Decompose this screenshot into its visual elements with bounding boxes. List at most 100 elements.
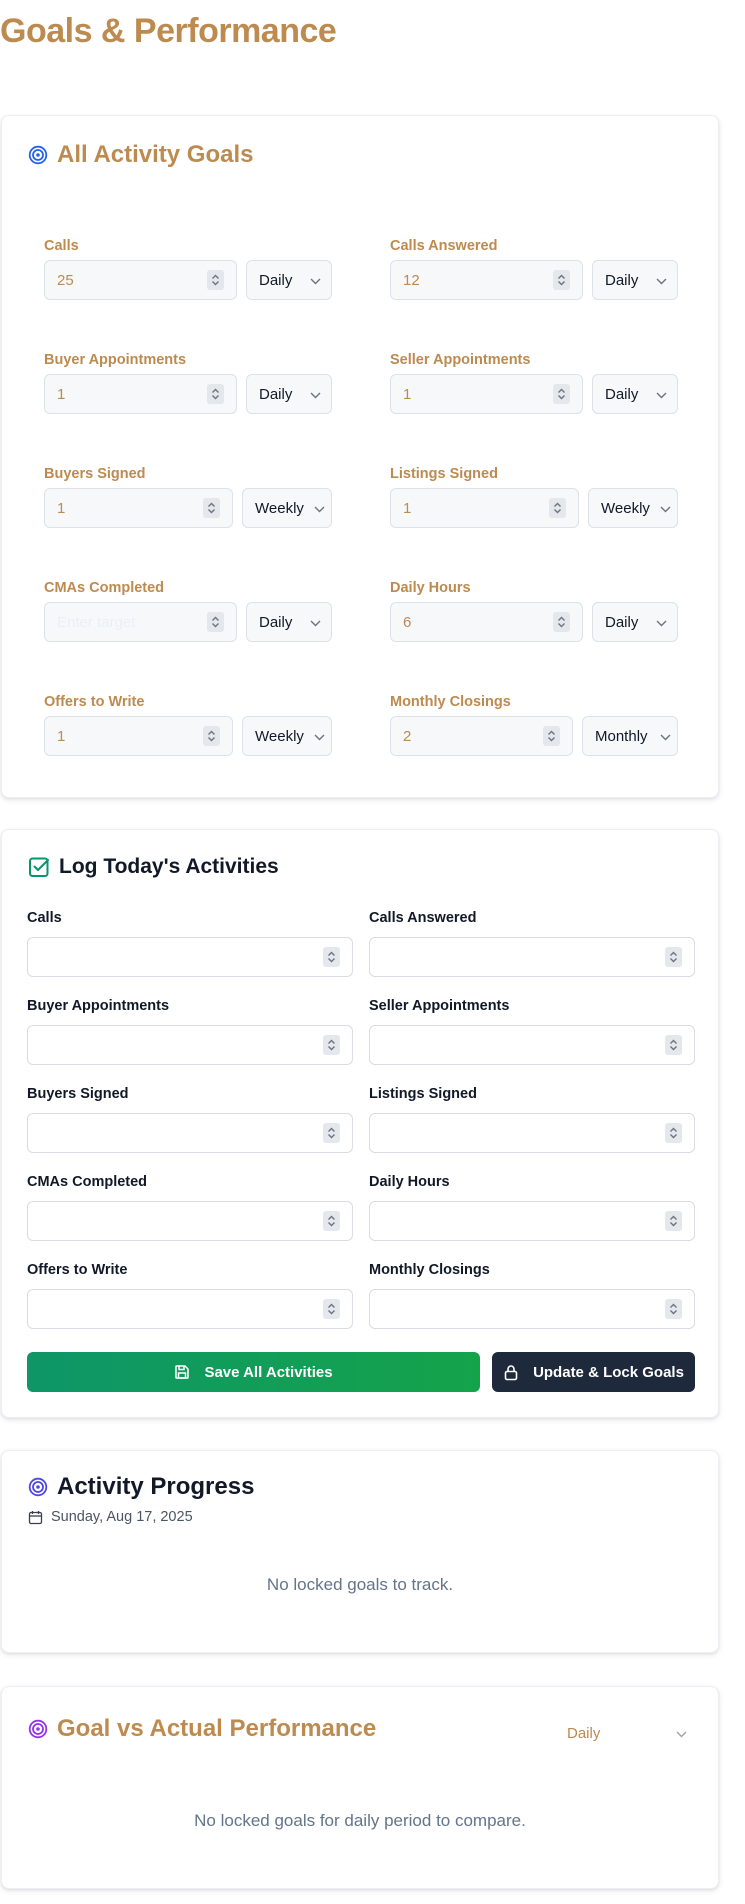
goal-period-select[interactable]: Weekly xyxy=(242,488,332,528)
goal-period-select[interactable]: Weekly xyxy=(242,716,332,756)
spin-arrows-icon[interactable] xyxy=(665,1211,682,1231)
lock-button-label: Update & Lock Goals xyxy=(533,1363,684,1381)
calendar-icon xyxy=(28,1510,43,1525)
spin-arrows-icon[interactable] xyxy=(543,726,560,746)
log-input-listings-signed[interactable] xyxy=(369,1113,695,1153)
log-input-seller-appointments[interactable] xyxy=(369,1025,695,1065)
goal-target-input[interactable]: 1 xyxy=(390,374,583,414)
goals-title-text: All Activity Goals xyxy=(57,141,254,168)
goal-period-select[interactable]: Daily xyxy=(592,374,678,414)
goal-period: Daily xyxy=(259,613,293,631)
chevron-down-icon xyxy=(676,1725,687,1742)
chevron-down-icon xyxy=(660,728,671,745)
goal-period: Weekly xyxy=(255,499,304,517)
goal-value: 1 xyxy=(403,385,412,403)
goal-label: Monthly Closings xyxy=(390,694,511,710)
spin-arrows-icon[interactable] xyxy=(665,947,682,967)
goal-label: Buyer Appointments xyxy=(44,352,187,368)
spin-arrows-icon[interactable] xyxy=(207,384,224,404)
goal-value: 1 xyxy=(57,499,66,517)
log-input-calls[interactable] xyxy=(27,937,353,977)
spin-arrows-icon[interactable] xyxy=(203,726,220,746)
performance-period-value: Daily xyxy=(567,1724,601,1742)
goal-target-input[interactable]: 1 xyxy=(44,488,233,528)
goal-target-input[interactable]: 6 xyxy=(390,602,583,642)
goal-target-input[interactable]: 2 xyxy=(390,716,573,756)
log-input-buyers-signed[interactable] xyxy=(27,1113,353,1153)
goal-value: 1 xyxy=(403,499,412,517)
chevron-down-icon xyxy=(656,272,667,289)
performance-empty-message: No locked goals for daily period to comp… xyxy=(194,1811,526,1830)
log-label-calls-answered: Calls Answered xyxy=(369,910,477,926)
goal-period-select[interactable]: Monthly xyxy=(582,716,678,756)
performance-card-title: Goal vs Actual Performance xyxy=(28,1715,376,1743)
log-label-offers-to-write: Offers to Write xyxy=(27,1262,128,1278)
log-input-buyer-appointments[interactable] xyxy=(27,1025,353,1065)
goal-period-select[interactable]: Daily xyxy=(246,374,332,414)
log-input-calls-answered[interactable] xyxy=(369,937,695,977)
spin-arrows-icon[interactable] xyxy=(665,1299,682,1319)
spin-arrows-icon[interactable] xyxy=(553,270,570,290)
progress-date-text: Sunday, Aug 17, 2025 xyxy=(51,1509,193,1525)
target-icon xyxy=(28,145,48,165)
goal-value: 1 xyxy=(57,727,66,745)
spin-arrows-icon[interactable] xyxy=(553,612,570,632)
goal-label: Calls xyxy=(44,238,79,254)
goal-target-input[interactable]: 12 xyxy=(390,260,583,300)
goal-target-input[interactable]: Enter target xyxy=(44,602,237,642)
save-all-activities-button[interactable]: Save All Activities xyxy=(27,1352,480,1392)
performance-card: Goal vs Actual Performance Daily No lock… xyxy=(1,1686,719,1889)
goal-period-select[interactable]: Daily xyxy=(592,602,678,642)
goal-target-input[interactable]: 25 xyxy=(44,260,237,300)
chevron-down-icon xyxy=(656,386,667,403)
goal-period: Daily xyxy=(259,385,293,403)
goal-value: 1 xyxy=(57,385,66,403)
goal-period: Daily xyxy=(605,613,639,631)
spin-arrows-icon[interactable] xyxy=(553,384,570,404)
goal-period-select[interactable]: Daily xyxy=(592,260,678,300)
spin-arrows-icon[interactable] xyxy=(207,270,224,290)
performance-period-select[interactable]: Daily xyxy=(567,1721,687,1745)
goal-target-input[interactable]: 1 xyxy=(390,488,579,528)
goal-target-input[interactable]: 1 xyxy=(44,374,237,414)
goal-target-input[interactable]: 1 xyxy=(44,716,233,756)
log-input-offers-to-write[interactable] xyxy=(27,1289,353,1329)
goal-label: Calls Answered xyxy=(390,238,498,254)
log-card: Log Today's Activities Calls Calls Answe… xyxy=(1,829,719,1418)
log-label-seller-appointments: Seller Appointments xyxy=(369,998,510,1014)
progress-title-text: Activity Progress xyxy=(57,1473,255,1500)
log-input-monthly-closings[interactable] xyxy=(369,1289,695,1329)
goal-period: Daily xyxy=(605,271,639,289)
log-label-calls: Calls xyxy=(27,910,62,926)
check-square-icon xyxy=(28,856,50,878)
goal-label: Listings Signed xyxy=(390,466,498,482)
goal-value: 6 xyxy=(403,613,412,631)
log-label-listings-signed: Listings Signed xyxy=(369,1086,477,1102)
goals-card-title: All Activity Goals xyxy=(28,141,254,169)
update-lock-goals-button[interactable]: Update & Lock Goals xyxy=(492,1352,695,1392)
log-input-daily-hours[interactable] xyxy=(369,1201,695,1241)
spin-arrows-icon[interactable] xyxy=(323,1123,340,1143)
goal-period-select[interactable]: Daily xyxy=(246,260,332,300)
goal-period: Weekly xyxy=(601,499,650,517)
spin-arrows-icon[interactable] xyxy=(207,612,224,632)
performance-title-text: Goal vs Actual Performance xyxy=(57,1715,377,1742)
spin-arrows-icon[interactable] xyxy=(323,1035,340,1055)
target-icon xyxy=(28,1477,48,1497)
spin-arrows-icon[interactable] xyxy=(549,498,566,518)
spin-arrows-icon[interactable] xyxy=(665,1035,682,1055)
lock-icon xyxy=(503,1364,519,1381)
chevron-down-icon xyxy=(310,386,321,403)
spin-arrows-icon[interactable] xyxy=(665,1123,682,1143)
progress-card: Activity Progress Sunday, Aug 17, 2025 N… xyxy=(1,1450,719,1653)
log-input-cmas-completed[interactable] xyxy=(27,1201,353,1241)
goal-period: Monthly xyxy=(595,727,648,745)
spin-arrows-icon[interactable] xyxy=(323,947,340,967)
goal-period-select[interactable]: Daily xyxy=(246,602,332,642)
goal-period: Daily xyxy=(605,385,639,403)
goal-label: Buyers Signed xyxy=(44,466,146,482)
goal-period-select[interactable]: Weekly xyxy=(588,488,678,528)
spin-arrows-icon[interactable] xyxy=(203,498,220,518)
spin-arrows-icon[interactable] xyxy=(323,1211,340,1231)
spin-arrows-icon[interactable] xyxy=(323,1299,340,1319)
